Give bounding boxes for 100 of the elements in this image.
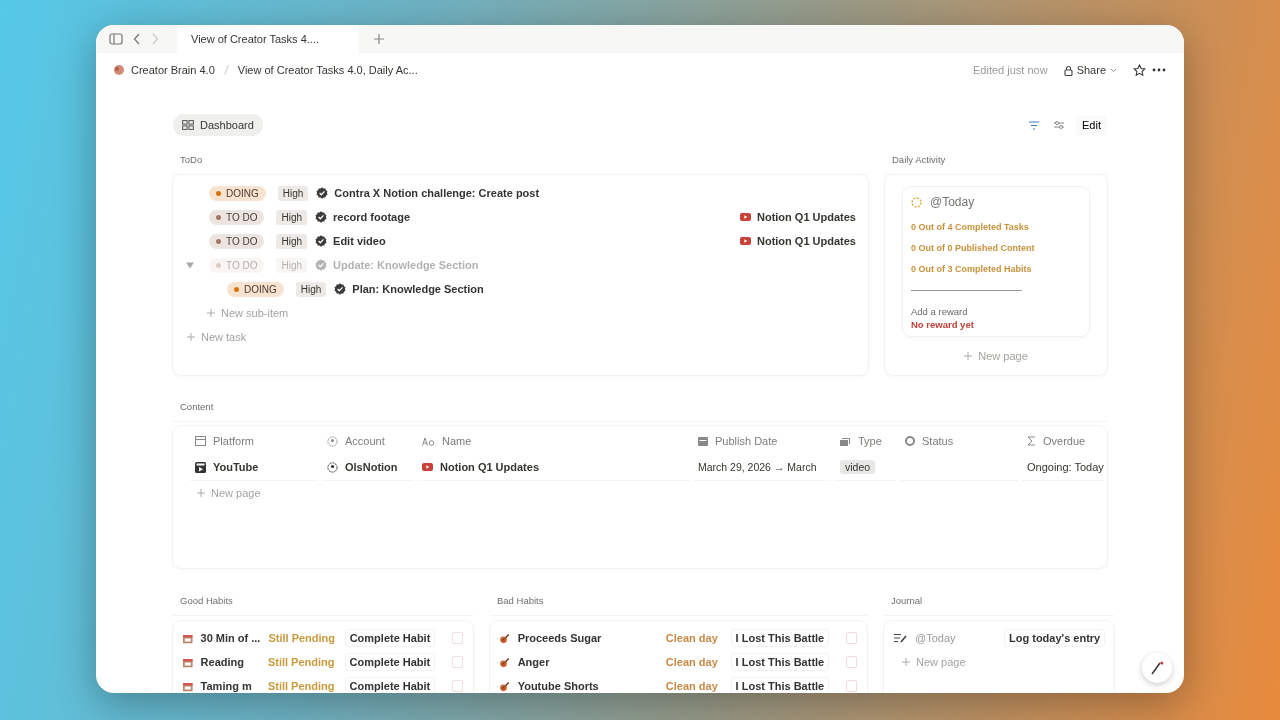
verified-icon [315, 211, 328, 223]
column-header[interactable]: Account [322, 428, 417, 454]
table-cell: OlsNotion [345, 461, 398, 473]
verified-icon [334, 283, 347, 295]
habit-status: Clean day [665, 632, 719, 644]
breadcrumb-link[interactable]: View of Creator Tasks 4.0, Daily Ac... [237, 64, 418, 76]
checkbox[interactable] [846, 680, 857, 692]
browser-tab[interactable]: View of Creator Tasks 4.... [177, 25, 359, 53]
project-link[interactable]: Notion Q1 Updates [757, 211, 856, 223]
status-tag: TO DO [209, 209, 265, 225]
column-header[interactable]: Publish Date [693, 428, 835, 454]
habit-name[interactable]: Anger [517, 656, 658, 668]
calendar-icon [183, 632, 193, 644]
checkbox[interactable] [452, 656, 463, 668]
breadcrumb-link[interactable]: Creator Brain 4.0 [131, 64, 215, 76]
habit-name[interactable]: Reading [200, 656, 260, 668]
table-cell: YouTube [213, 461, 259, 473]
column-header[interactable]: Status [900, 428, 1022, 454]
section-title: Content [173, 395, 1107, 422]
priority-tag: High [295, 281, 327, 297]
guitar-icon [500, 680, 510, 692]
plus-icon [187, 333, 195, 341]
stat-line: 0 Out of 0 Published Content [911, 242, 1036, 255]
habit-name[interactable]: Taming m [200, 680, 260, 692]
task-title: Contra X Notion challenge: Create post [334, 187, 540, 199]
priority-tag: High [276, 257, 308, 273]
task-row[interactable]: DOING High Contra X Notion challenge: Create post [173, 181, 868, 205]
plus-icon [964, 352, 973, 360]
habit-name[interactable]: Youtube Shorts [517, 680, 658, 692]
date-label: @Today [930, 195, 975, 209]
checkbox[interactable] [452, 632, 463, 644]
layout-icon [195, 436, 206, 446]
section-title: Good Habits [173, 589, 473, 616]
reward-label: Add a reward [911, 306, 969, 317]
habit-name[interactable]: Proceeds Sugar [517, 632, 658, 644]
habit-status: Still Pending [267, 680, 336, 692]
section-title: Bad Habits [490, 589, 867, 616]
column-header[interactable]: Name [417, 428, 693, 454]
lost-battle-button[interactable]: I Lost This Battle [731, 678, 829, 693]
forward-icon[interactable] [151, 33, 159, 45]
column-header[interactable]: Type [835, 428, 900, 454]
back-icon[interactable] [133, 33, 141, 45]
new-tab-icon[interactable] [373, 33, 385, 45]
table-cell: March 29, 2026 → March [698, 461, 817, 473]
activity-card[interactable]: @Today 0 Out of 4 Completed Tasks 0 Out of 0 Published Content 0 Out of 3 Completed Habits ————————————- Add a reward No reward yet [903, 187, 1089, 336]
log-entry-button[interactable]: Log today's entry [1005, 630, 1105, 646]
assistant-button[interactable] [1142, 653, 1172, 683]
dashboard-tab[interactable]: Dashboard [173, 114, 263, 136]
edited-status: Edited just now [973, 64, 1048, 76]
dashed-circle-icon [911, 196, 922, 208]
column-header[interactable]: Platform [190, 428, 322, 454]
complete-habit-button[interactable]: Complete Habit [345, 630, 435, 646]
section-title: Daily Activity [885, 148, 1107, 175]
sliders-icon[interactable] [1053, 120, 1066, 130]
caret-icon [1110, 67, 1117, 73]
complete-habit-button[interactable]: Complete Habit [345, 654, 435, 670]
stat-line: 0 Out of 3 Completed Habits [911, 263, 1033, 276]
task-title: Update: Knowledge Section [333, 259, 479, 271]
person-circle-icon [327, 435, 338, 447]
checkbox[interactable] [846, 632, 857, 644]
calendar-icon [183, 656, 193, 668]
checkbox[interactable] [452, 680, 463, 692]
priority-tag: High [276, 233, 308, 249]
star-icon[interactable] [1133, 63, 1146, 77]
guitar-icon [500, 656, 510, 668]
filter-icon[interactable] [1028, 120, 1041, 130]
sidebar-toggle-icon[interactable] [109, 33, 123, 45]
person-circle-icon [327, 461, 338, 473]
status-tag: DOING [209, 185, 266, 201]
task-row[interactable]: TO DO High Edit video Notion Q1 Updates [173, 229, 868, 253]
complete-habit-button[interactable]: Complete Habit [345, 678, 435, 693]
video-icon [740, 237, 751, 245]
page-link[interactable]: Notion Q1 Updates [440, 461, 539, 473]
priority-tag: High [276, 209, 308, 225]
habit-name[interactable]: 30 Min of ... [200, 632, 261, 644]
lost-battle-button[interactable]: I Lost This Battle [731, 630, 829, 646]
checkbox[interactable] [846, 656, 857, 668]
priority-tag: High [277, 185, 309, 201]
share-button[interactable]: Share [1059, 61, 1121, 79]
grid-icon [182, 120, 194, 130]
brain-icon [113, 64, 125, 76]
task-row[interactable]: DOING High Plan: Knowledge Section [173, 277, 868, 301]
toggle-icon[interactable] [186, 261, 194, 269]
stack-icon [840, 436, 851, 446]
verified-icon [315, 259, 328, 271]
task-row[interactable]: TO DO High record footage Notion Q1 Updates [173, 205, 868, 229]
edit-button[interactable]: Edit [1076, 115, 1107, 135]
stat-line: 0 Out of 4 Completed Tasks [911, 221, 1030, 234]
video-icon [740, 213, 751, 221]
plus-icon [207, 309, 215, 317]
project-link[interactable]: Notion Q1 Updates [757, 235, 856, 247]
status-ring-icon [905, 436, 915, 446]
task-title: Edit video [333, 235, 386, 247]
film-icon [195, 461, 206, 473]
video-icon [422, 463, 433, 471]
more-icon[interactable] [1152, 68, 1166, 72]
lost-battle-button[interactable]: I Lost This Battle [731, 654, 829, 670]
column-header[interactable]: Overdue [1022, 428, 1108, 454]
habit-status: Still Pending [268, 632, 337, 644]
habit-status: Clean day [665, 680, 719, 692]
